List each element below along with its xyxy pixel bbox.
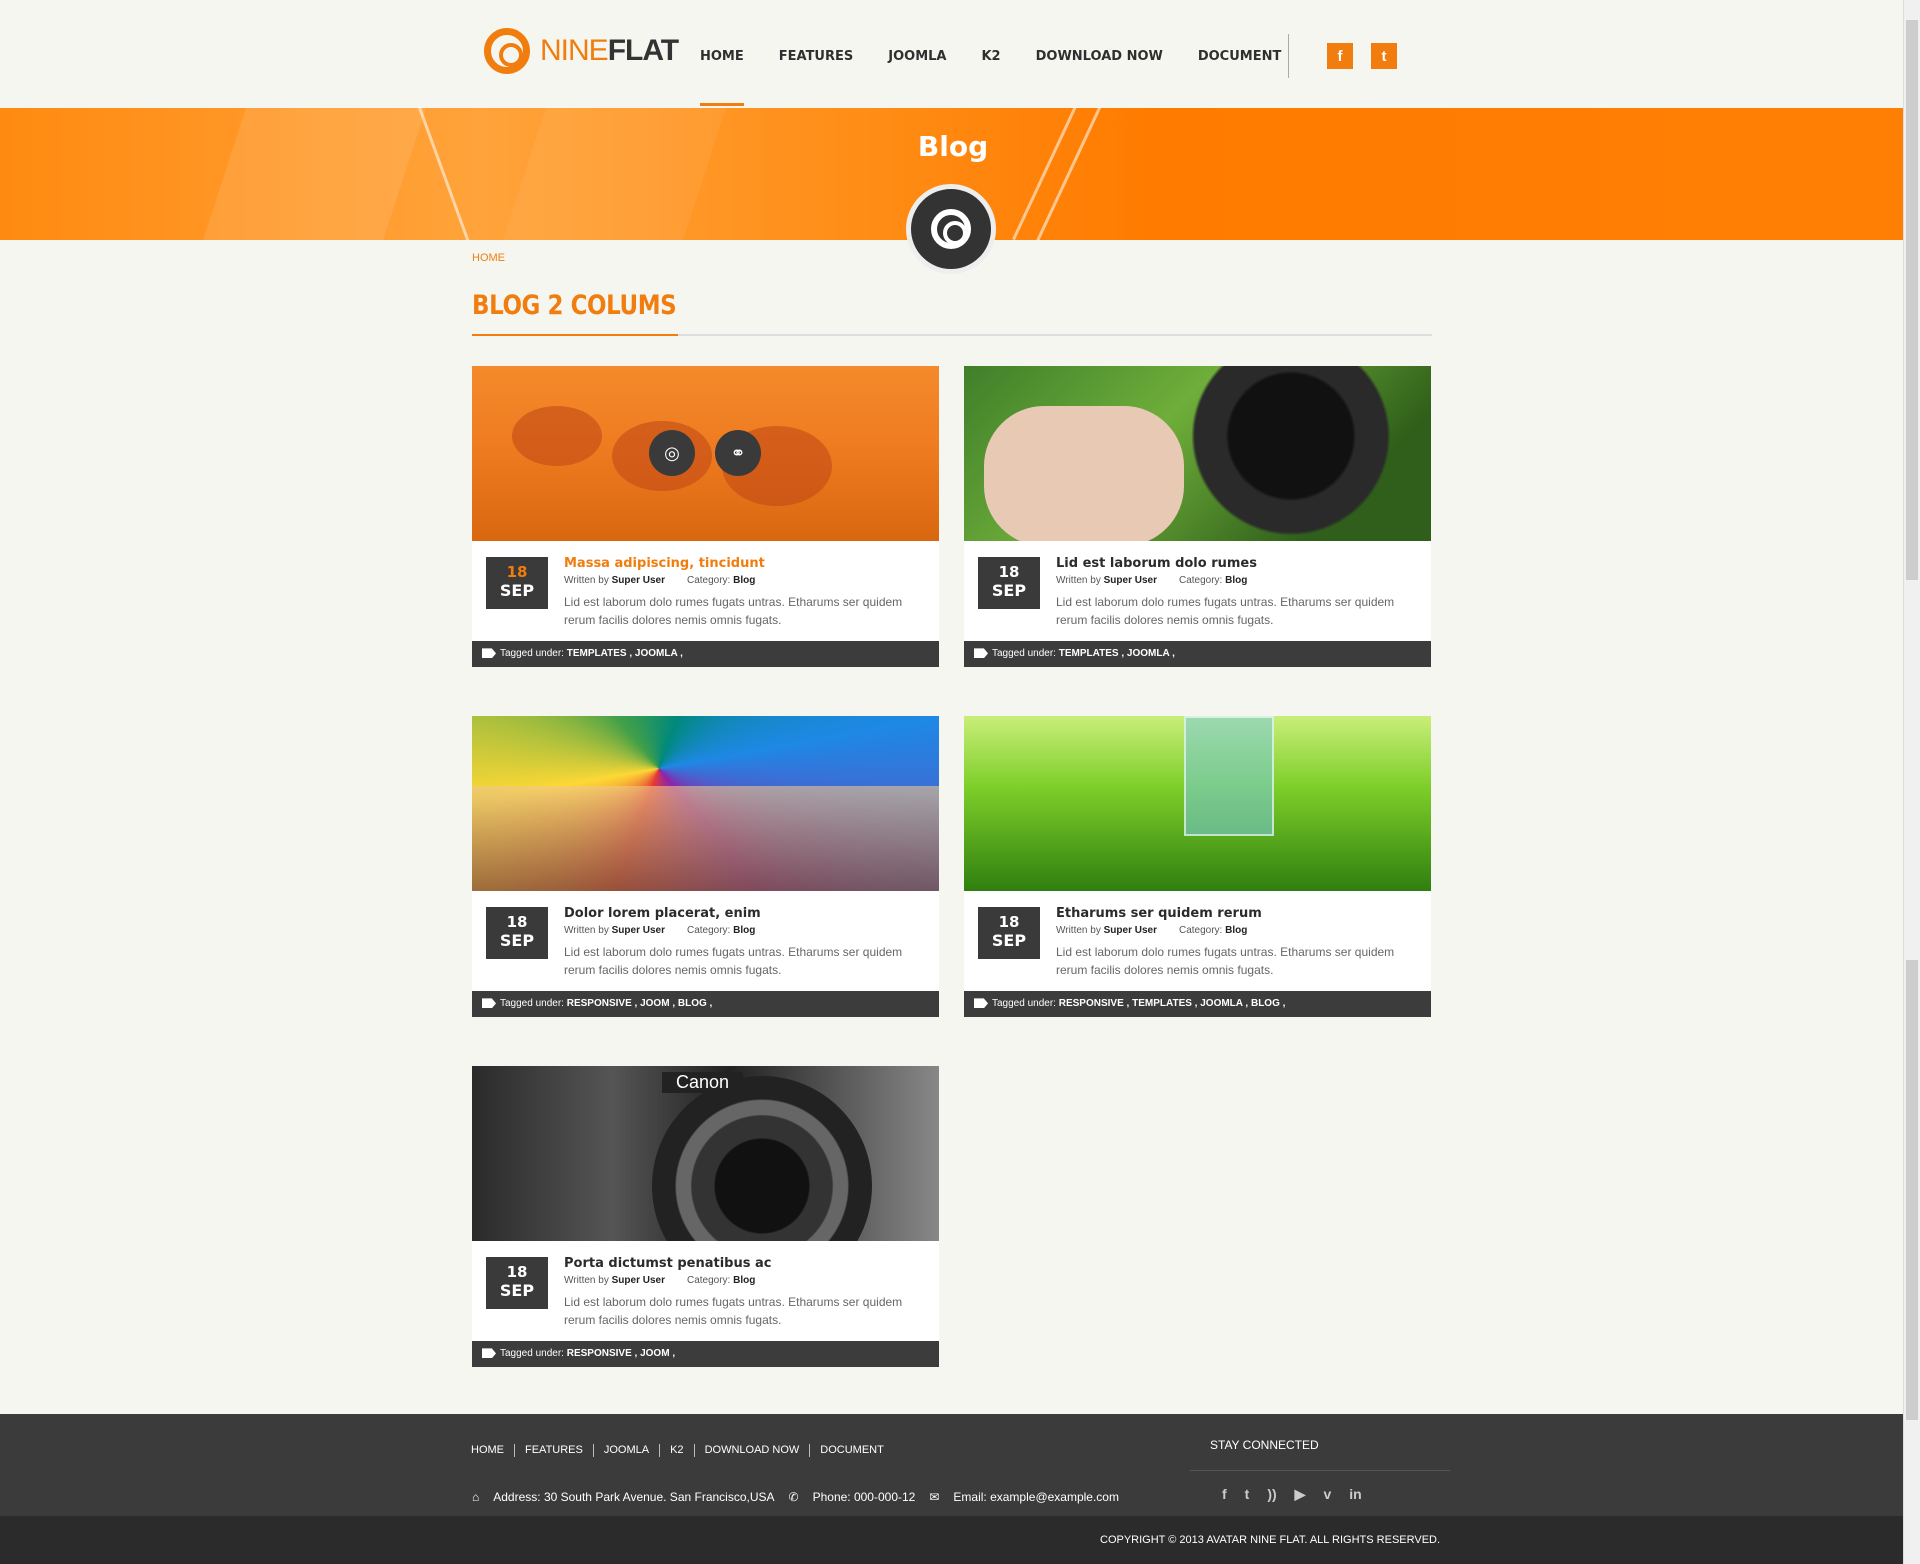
rss-icon[interactable]: )) [1267,1486,1276,1503]
site-footer: HOME FEATURES JOOMLA K2 DOWNLOAD NOW DOC… [0,1414,1920,1516]
post-title[interactable]: Porta dictumst penatibus ac [564,1256,771,1271]
nav-features[interactable]: FEATURES [779,0,854,108]
header-social: f t [1288,34,1397,78]
post-card: 18 SEP Dolor lorem placerat, enim Written… [472,716,939,1017]
email-text[interactable]: Email: example@example.com [953,1490,1119,1504]
stay-connected-heading: STAY CONNECTED [1210,1438,1319,1452]
footer-nav-document[interactable]: DOCUMENT [810,1444,894,1457]
post-image[interactable]: Canon [472,1066,939,1241]
post-excerpt: Lid est laborum dolo rumes fugats untras… [564,945,903,977]
site-logo[interactable]: NINEFLAT [484,28,679,74]
twitter-icon[interactable]: t [1371,43,1397,69]
zoom-icon[interactable]: ◎ [649,430,695,476]
post-tags: Tagged under: RESPONSIVE , JOOM , [472,1341,939,1367]
post-meta: Written by Super User Category: Blog [564,575,756,586]
post-card: ◎ ⚭ 18 SEP Massa adipiscing, tincidunt Wr… [472,366,939,667]
divider [1190,1470,1450,1471]
post-date: 18 SEP [978,907,1040,959]
post-image[interactable] [964,366,1431,541]
post-card: 18 SEP Etharums ser quidem rerum Written … [964,716,1431,1017]
mail-icon: ✉ [929,1490,940,1504]
nav-download-now[interactable]: DOWNLOAD NOW [1036,0,1163,108]
footer-nav-download-now[interactable]: DOWNLOAD NOW [695,1444,811,1457]
post-excerpt: Lid est laborum dolo rumes fugats untras… [564,1295,903,1327]
post-date: 18 SEP [486,1257,548,1309]
contact-info: ⌂ Address: 30 South Park Avenue. San Fran… [472,1490,1119,1504]
post-image[interactable] [964,716,1431,891]
post-excerpt: Lid est laborum dolo rumes fugats untras… [1056,945,1395,977]
post-date: 18 SEP [978,557,1040,609]
logo-text: NINEFLAT [540,34,679,67]
phone-icon: ✆ [788,1490,799,1504]
vimeo-icon[interactable]: v [1323,1486,1331,1503]
post-date: 18 SEP [486,907,548,959]
youtube-icon[interactable]: ▶ [1295,1486,1306,1503]
post-meta: Written by Super User Category: Blog [564,1275,756,1286]
post-image[interactable] [472,716,939,891]
home-icon: ⌂ [472,1490,480,1504]
copyright-text: COPYRIGHT © 2013 AVATAR NINE FLAT. ALL R… [1100,1534,1441,1546]
nav-home[interactable]: HOME [700,0,744,108]
linkedin-icon[interactable]: in [1349,1486,1361,1503]
post-title[interactable]: Massa adipiscing, tincidunt [564,556,765,571]
post-meta: Written by Super User Category: Blog [1056,925,1248,936]
banner-title: Blog [917,130,989,163]
scrollbar[interactable] [1903,0,1920,1564]
footer-social: f t )) ▶ v in [1222,1486,1362,1503]
nav-k2[interactable]: K2 [981,0,1000,108]
logo-badge-icon [906,184,996,274]
footer-nav-home[interactable]: HOME [471,1444,515,1457]
logo-icon [484,28,530,74]
breadcrumb-home[interactable]: HOME [472,252,505,264]
footer-nav-joomla[interactable]: JOOMLA [594,1444,661,1457]
facebook-icon[interactable]: f [1327,43,1353,69]
post-excerpt: Lid est laborum dolo rumes fugats untras… [564,595,903,627]
post-tags: Tagged under: RESPONSIVE , JOOM , BLOG , [472,991,939,1017]
post-card: 18 SEP Lid est laborum dolo rumes Written… [964,366,1431,667]
tag-icon [974,648,988,659]
twitter-icon[interactable]: t [1245,1486,1250,1503]
post-title[interactable]: Lid est laborum dolo rumes [1056,556,1257,571]
footer-nav-k2[interactable]: K2 [660,1444,695,1457]
link-icon[interactable]: ⚭ [715,430,761,476]
address-text: Address: 30 South Park Avenue. San Franc… [493,1490,775,1504]
phone-text: Phone: 000-000-12 [812,1490,916,1504]
post-title[interactable]: Etharums ser quidem rerum [1056,906,1262,921]
post-tags: Tagged under: TEMPLATES , JOOMLA , [472,641,939,667]
image-brand-text: Canon [662,1072,744,1093]
footer-nav-features[interactable]: FEATURES [515,1444,594,1457]
tag-icon [482,998,496,1009]
site-header: NINEFLAT HOME FEATURES JOOMLA K2 DOWNLOA… [0,0,1920,108]
post-meta: Written by Super User Category: Blog [564,925,756,936]
page-title: BLOG 2 COLUMS [472,290,677,321]
footer-nav: HOME FEATURES JOOMLA K2 DOWNLOAD NOW DOC… [471,1444,894,1457]
post-title[interactable]: Dolor lorem placerat, enim [564,906,761,921]
post-date: 18 SEP [486,557,548,609]
post-image[interactable]: ◎ ⚭ [472,366,939,541]
main-nav: HOME FEATURES JOOMLA K2 DOWNLOAD NOW DOC… [700,0,1316,108]
tag-icon [482,1348,496,1359]
tag-icon [482,648,496,659]
facebook-icon[interactable]: f [1222,1486,1227,1503]
tag-icon [974,998,988,1009]
blog-content: BLOG 2 COLUMS ◎ ⚭ 18 SEP Massa adipiscing… [472,290,1432,1367]
post-card: Canon 18 SEP Porta dictumst penatibus ac … [472,1066,939,1367]
post-meta: Written by Super User Category: Blog [1056,575,1248,586]
title-divider [472,334,1432,336]
post-excerpt: Lid est laborum dolo rumes fugats untras… [1056,595,1395,627]
breadcrumb[interactable]: HOME [472,252,505,264]
post-tags: Tagged under: RESPONSIVE , TEMPLATES , J… [964,991,1431,1017]
copyright-bar: COPYRIGHT © 2013 AVATAR NINE FLAT. ALL R… [0,1516,1920,1564]
nav-document[interactable]: DOCUMENT [1198,0,1282,108]
post-tags: Tagged under: TEMPLATES , JOOMLA , [964,641,1431,667]
nav-joomla[interactable]: JOOMLA [888,0,946,108]
